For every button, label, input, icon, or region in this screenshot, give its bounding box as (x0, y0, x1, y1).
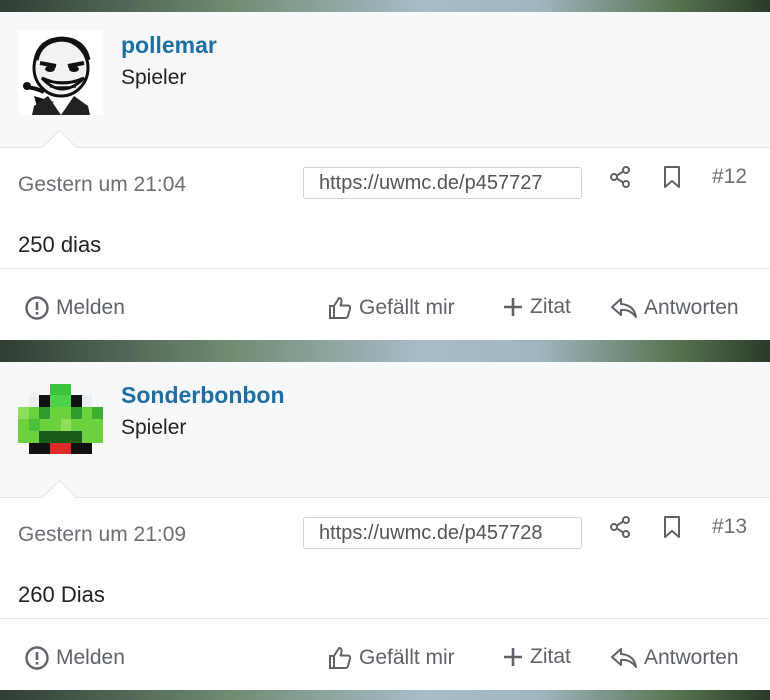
quote-label: Zitat (530, 295, 571, 318)
post-content: 250 dias (18, 232, 102, 257)
reply-label: Antworten (644, 646, 739, 669)
bookmark-icon[interactable] (660, 164, 684, 190)
post-username[interactable]: pollemar (121, 32, 217, 59)
post-content: 260 Dias (18, 582, 105, 607)
reply-button[interactable]: Antworten (610, 645, 739, 671)
post-username[interactable]: Sonderbonbon (121, 382, 285, 409)
reply-label: Antworten (644, 296, 739, 319)
share-icon[interactable] (608, 165, 632, 189)
post-author-panel: Sonderbonbon Spieler (0, 362, 770, 497)
share-icon[interactable] (608, 515, 632, 539)
post-number[interactable]: #12 (712, 165, 747, 189)
post-date[interactable]: Gestern um 21:04 (18, 173, 186, 197)
post-actions: Melden Gefällt mir Zitat Antworten (0, 618, 770, 690)
exclamation-circle-icon (25, 646, 49, 670)
like-label: Gefällt mir (359, 646, 455, 669)
thumbs-up-icon (329, 297, 352, 319)
reply-arrow-icon (611, 648, 637, 668)
report-label: Melden (56, 646, 125, 669)
post-meta: Gestern um 21:04 #12 (0, 148, 770, 218)
user-role: Spieler (121, 416, 187, 439)
post-actions: Melden Gefällt mir Zitat Antworten (0, 268, 770, 340)
reply-arrow-icon (611, 298, 637, 318)
quote-button[interactable]: Zitat (502, 645, 571, 669)
plus-icon (504, 648, 522, 666)
permalink-field[interactable] (303, 517, 582, 549)
post-author-panel: pollemar Spieler (0, 12, 770, 147)
report-button[interactable]: Melden (24, 295, 125, 321)
forum-post: Sonderbonbon Spieler Gestern um 21:09 #1… (0, 362, 770, 690)
post-number[interactable]: #13 (712, 515, 747, 539)
like-button[interactable]: Gefällt mir (327, 645, 455, 671)
permalink-field[interactable] (303, 167, 582, 199)
green-pixel-creature-avatar[interactable] (18, 380, 103, 465)
report-label: Melden (56, 296, 125, 319)
bookmark-icon[interactable] (660, 514, 684, 540)
post-date[interactable]: Gestern um 21:09 (18, 523, 186, 547)
like-button[interactable]: Gefällt mir (327, 295, 455, 321)
quote-label: Zitat (530, 645, 571, 668)
forum-post: pollemar Spieler Gestern um 21:04 #12 25… (0, 12, 770, 340)
post-meta: Gestern um 21:09 #13 (0, 498, 770, 568)
plus-icon (504, 298, 522, 316)
reply-button[interactable]: Antworten (610, 295, 739, 321)
exclamation-circle-icon (25, 296, 49, 320)
troll-face-avatar[interactable] (18, 30, 103, 115)
like-label: Gefällt mir (359, 296, 455, 319)
post-body: Gestern um 21:09 #13 260 Dias Meld (0, 479, 770, 690)
post-body: Gestern um 21:04 #12 250 dias Meld (0, 129, 770, 340)
thumbs-up-icon (329, 647, 352, 669)
user-role: Spieler (121, 66, 187, 89)
quote-button[interactable]: Zitat (502, 295, 571, 319)
report-button[interactable]: Melden (24, 645, 125, 671)
